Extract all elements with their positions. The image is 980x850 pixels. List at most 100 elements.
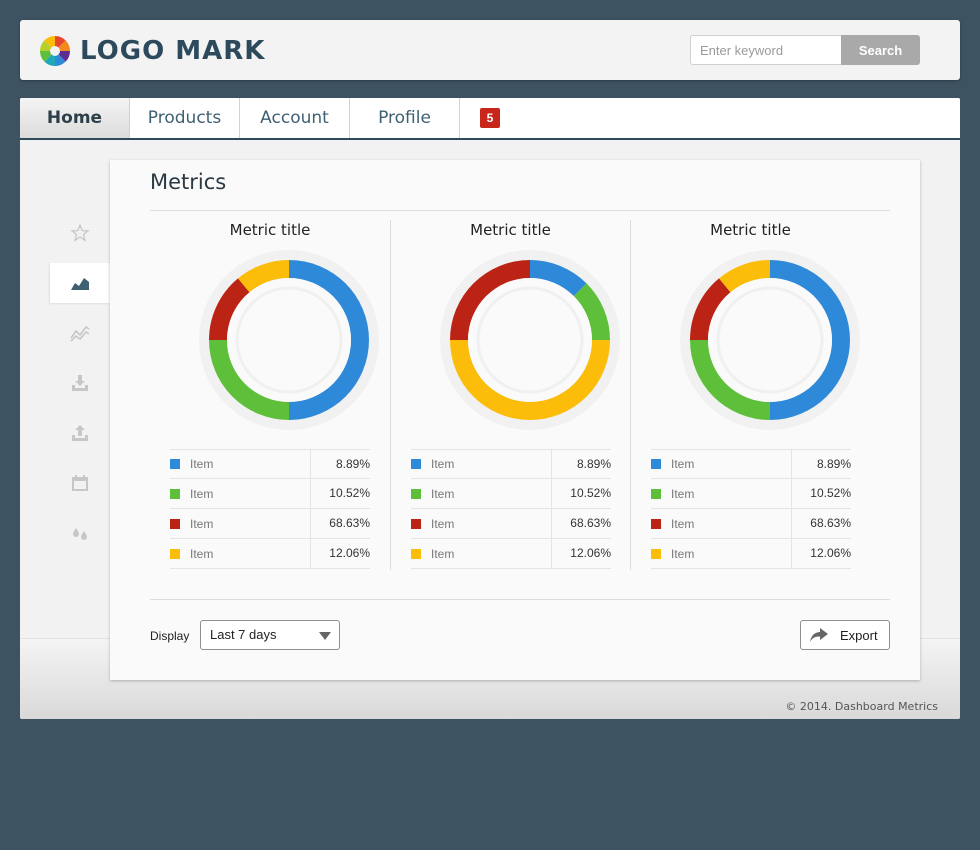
metric-panel: Metric title Item 8.89% Item 10.52% Item 68.6… [150,220,390,570]
search-bar: Search [690,35,920,65]
metric-title: Metric title [710,221,791,239]
legend-value: 12.06% [791,539,851,568]
legend-row: Item 8.89% [651,449,851,479]
legend-label: Item [431,546,455,561]
legend-label: Item [190,546,214,561]
legend-swatch [170,488,180,499]
legend-value: 12.06% [551,539,611,568]
legend-row: Item 68.63% [170,509,370,539]
display-range-value: Last 7 days [210,627,277,642]
nav-drops[interactable] [50,513,110,553]
legend-label: Item [431,457,455,471]
legend-row: Item 10.52% [651,479,851,509]
logo-icon [40,36,70,66]
donut-hole [227,278,351,402]
legend-swatch [170,459,180,469]
legend-row: Item 68.63% [411,509,611,539]
metrics-card: Metrics Metric title Item 8.89% Item 10.52%… [110,160,920,680]
card-title: Metrics [150,170,227,194]
legend-row: Item 10.52% [170,479,370,509]
nav-download[interactable] [50,363,110,403]
chart-legend: Item 8.89% Item 10.52% Item 68.63% Item 12.06% [411,449,611,569]
legend-swatch [411,488,421,499]
legend-value: 8.89% [791,450,851,479]
legend-value: 10.52% [791,479,851,508]
legend-swatch [651,518,661,529]
legend-swatch [170,548,180,559]
nav-calendar[interactable] [50,463,110,503]
nav-metrics[interactable] [50,263,110,303]
donut-chart [440,250,620,430]
nav-favorites[interactable] [50,213,110,253]
metric-title: Metric title [229,221,311,239]
legend-swatch [170,518,180,529]
legend-row: Item 8.89% [170,449,370,479]
legend-row: Item 12.06% [170,539,370,569]
tab-home[interactable]: Home [20,98,130,138]
donut-hole [708,278,832,402]
tab-profile[interactable]: Profile [350,98,460,138]
notification-badge[interactable]: 5 [480,108,500,128]
search-input[interactable] [690,35,841,65]
logo[interactable]: LOGO MARK [39,35,265,67]
legend-label: Item [671,516,695,531]
legend-row: Item 12.06% [411,539,611,569]
legend-swatch [411,548,421,559]
legend-label: Item [190,486,214,501]
star-icon [70,223,90,242]
donut-chart [199,250,379,430]
logo-text: LOGO MARK [80,36,266,66]
legend-swatch [651,488,661,499]
legend-label: Item [671,486,695,501]
legend-row: Item 8.89% [411,449,611,479]
drops-icon [73,528,87,540]
export-button[interactable]: Export [800,620,890,650]
side-nav [50,213,110,563]
share-arrow-icon [810,628,828,642]
download-icon [72,375,88,391]
legend-value: 8.89% [310,450,370,479]
donut-chart [680,250,860,430]
legend-value: 12.06% [310,539,370,568]
legend-swatch [411,459,421,469]
legend-swatch [411,518,421,529]
legend-swatch [651,459,661,469]
export-label: Export [840,627,878,643]
legend-value: 10.52% [310,479,370,508]
legend-value: 8.89% [551,450,611,479]
legend-label: Item [671,546,695,561]
nav-upload[interactable] [50,413,110,453]
legend-label: Item [671,457,695,471]
legend-row: Item 12.06% [651,539,851,569]
notifications[interactable]: 5 [460,98,520,138]
legend-row: Item 68.63% [651,509,851,539]
tab-bar: Home Products Account Profile 5 [20,98,960,140]
legend-label: Item [431,486,455,501]
search-button[interactable]: Search [841,35,920,65]
legend-value: 68.63% [310,509,370,538]
legend-value: 68.63% [791,509,851,538]
legend-value: 10.52% [551,479,611,508]
display-label: Display [150,629,190,643]
donut-hole [468,278,592,402]
dropdown-arrow-icon [319,632,331,640]
legend-label: Item [431,516,455,531]
upload-icon [72,425,88,441]
tab-account[interactable]: Account [240,98,350,138]
calendar-icon [72,475,88,491]
line-chart-icon [70,325,90,342]
main-panel: Home Products Account Profile 5 © 2014. … [20,98,960,719]
legend-row: Item 10.52% [411,479,611,509]
divider [150,599,890,600]
metric-title: Metric title [470,221,551,239]
chart-legend: Item 8.89% Item 10.52% Item 68.63% Item 12.06% [651,449,851,569]
tab-products[interactable]: Products [130,98,240,138]
top-header: LOGO MARK Search [20,20,960,80]
divider [150,210,890,211]
chart-legend: Item 8.89% Item 10.52% Item 68.63% Item 12.06% [170,449,370,569]
legend-value: 68.63% [551,509,611,538]
nav-trends[interactable] [50,313,110,353]
copyright: © 2014. Dashboard Metrics [785,700,938,713]
legend-label: Item [190,516,214,531]
display-range-select[interactable]: Last 7 days [200,620,340,650]
